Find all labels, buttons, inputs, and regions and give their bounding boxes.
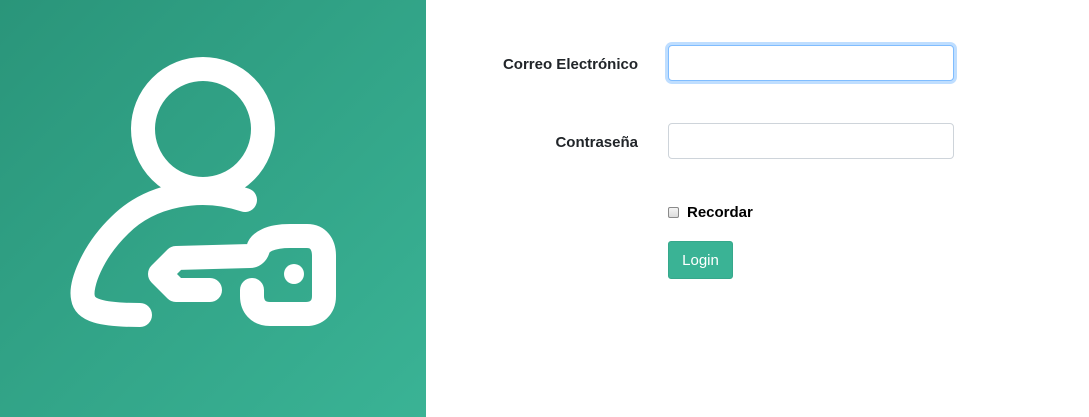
user-key-icon xyxy=(70,57,336,327)
hero-panel xyxy=(0,0,426,417)
remember-label[interactable]: Recordar xyxy=(687,204,753,221)
remember-row: Recordar xyxy=(668,204,753,221)
email-field[interactable] xyxy=(668,45,954,81)
form-panel: Correo Electrónico Contraseña Recordar L… xyxy=(426,0,1089,417)
password-field[interactable] xyxy=(668,123,954,159)
remember-checkbox[interactable] xyxy=(668,207,679,218)
login-page: Correo Electrónico Contraseña Recordar L… xyxy=(0,0,1089,417)
email-label: Correo Electrónico xyxy=(502,56,638,73)
password-label: Contraseña xyxy=(555,134,638,151)
login-button[interactable]: Login xyxy=(668,241,733,279)
